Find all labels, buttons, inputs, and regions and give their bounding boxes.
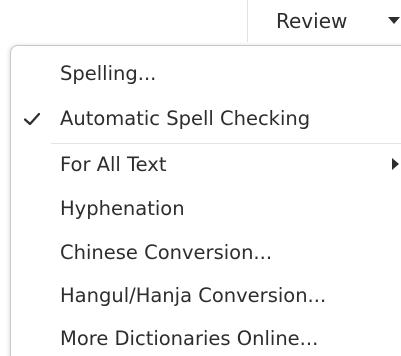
menu-item-hangul-hanja-conversion[interactable]: Hangul/Hanja Conversion... — [11, 276, 401, 316]
screen: Review Spelling... Automatic Spell Check… — [0, 0, 401, 356]
review-menu-button[interactable]: Review — [276, 0, 347, 42]
menu-item-spelling[interactable]: Spelling... — [11, 54, 401, 94]
menu-item-label: Hangul/Hanja Conversion... — [60, 284, 327, 307]
checkmark-icon — [23, 112, 41, 126]
toolbar: Review — [0, 0, 401, 42]
menu-item-label: More Dictionaries Online... — [60, 327, 319, 350]
review-menu-label: Review — [276, 9, 348, 33]
menu-item-label: Chinese Conversion... — [60, 241, 273, 264]
menu-item-label: Spelling... — [60, 62, 157, 85]
menu-item-more-dictionaries-online[interactable]: More Dictionaries Online... — [11, 319, 401, 356]
toolbar-separator — [247, 0, 248, 42]
menu-separator — [51, 143, 401, 144]
menu-item-chinese-conversion[interactable]: Chinese Conversion... — [11, 233, 401, 273]
menu-item-label: Hyphenation — [60, 197, 185, 220]
menu-item-hyphenation[interactable]: Hyphenation — [11, 189, 401, 229]
menu-item-label: Automatic Spell Checking — [60, 107, 311, 130]
menu-item-automatic-spell-checking[interactable]: Automatic Spell Checking — [11, 99, 401, 139]
chevron-right-icon — [392, 158, 399, 170]
chevron-down-icon[interactable] — [388, 17, 400, 24]
menu-item-label: For All Text — [60, 153, 167, 176]
menu-item-for-all-text[interactable]: For All Text — [11, 145, 401, 185]
review-dropdown-menu: Spelling... Automatic Spell Checking For… — [10, 45, 401, 356]
